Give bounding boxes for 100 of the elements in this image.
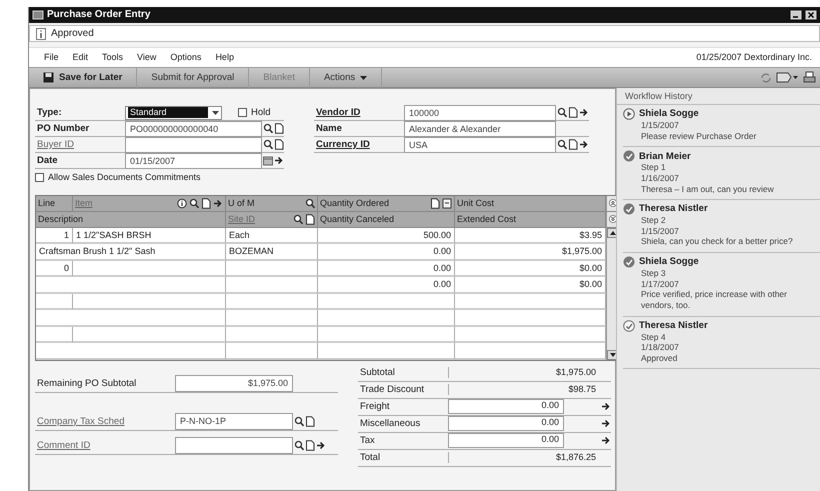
table-cell: $0.00	[455, 277, 606, 294]
field-label: Miscellaneous	[359, 418, 422, 430]
check-circle-icon	[623, 320, 635, 332]
lookup-icon[interactable]	[263, 123, 273, 134]
entry-date: 1/18/2007	[640, 342, 680, 353]
menu-item[interactable]: View	[130, 52, 164, 63]
field-label[interactable]: Comment ID	[35, 440, 175, 451]
approver-name: Shiela Sogge	[639, 256, 699, 268]
step-label: Step 4	[640, 332, 667, 342]
input-field[interactable]: Alexander & Alexander	[404, 120, 556, 136]
column-header: U of M	[228, 198, 255, 209]
lookup-icon[interactable]	[294, 416, 304, 427]
arrow-icon[interactable]	[579, 139, 589, 150]
table-cell: 0.00	[318, 277, 455, 294]
check-circle-icon	[623, 203, 635, 216]
input-field[interactable]: 01/15/2007	[125, 152, 262, 168]
field-label: Freight	[359, 401, 391, 412]
menu-item[interactable]: Edit	[66, 52, 96, 63]
table-cell	[36, 294, 73, 310]
document-icon[interactable]	[305, 214, 315, 225]
table-cell: $0.00	[455, 260, 606, 278]
caret-icon	[212, 110, 219, 114]
lookup-icon[interactable]	[305, 198, 315, 209]
field-label: Trade Discount	[359, 384, 426, 396]
input-field[interactable]: 0.00	[448, 433, 564, 448]
lookup-icon[interactable]	[189, 198, 199, 209]
refresh-icon[interactable]	[760, 72, 772, 84]
hold-checkbox[interactable]	[238, 108, 247, 117]
table-cell: 0.00	[318, 244, 455, 261]
lookup-icon[interactable]	[294, 440, 304, 451]
lookup-icon[interactable]	[263, 139, 273, 150]
step-label: Step 3	[640, 268, 667, 279]
company-date-info: 01/25/2007 Dextordinary Inc.	[696, 52, 812, 63]
menu-item[interactable]: Options	[163, 52, 208, 63]
document-icon[interactable]	[274, 123, 284, 134]
commitments-checkbox[interactable]	[35, 172, 44, 182]
table-cell: Each	[226, 228, 318, 244]
document-icon[interactable]	[274, 139, 284, 150]
input-field[interactable]: USA	[404, 136, 556, 152]
status-message: Approved	[51, 28, 94, 40]
field-label[interactable]: Company Tax Sched	[35, 416, 175, 427]
approver-name: Theresa Nistler	[639, 320, 708, 332]
document-icon[interactable]	[430, 198, 440, 209]
lookup-icon[interactable]	[293, 214, 303, 225]
close-icon[interactable]	[805, 10, 817, 20]
document-icon[interactable]	[305, 416, 315, 427]
arrow-icon[interactable]	[316, 440, 326, 451]
printer-icon[interactable]	[802, 71, 816, 84]
arrow-icon[interactable]	[213, 198, 223, 209]
field-label[interactable]: Buyer ID	[35, 138, 125, 150]
field-label[interactable]: Currency ID	[314, 138, 404, 150]
column-header: Extended Cost	[457, 214, 516, 225]
arrow-icon[interactable]	[601, 418, 611, 430]
lookup-icon[interactable]	[557, 107, 567, 118]
approver-name: Shiela Sogge	[639, 108, 699, 120]
info-icon[interactable]	[177, 198, 187, 209]
input-field[interactable]: PO000000000000040	[125, 120, 262, 136]
menu-item[interactable]: File	[37, 52, 66, 63]
menu-item[interactable]: Help	[208, 52, 241, 63]
field-label: Type:	[36, 106, 63, 118]
entry-comment: Please review Purchase Order	[640, 130, 758, 142]
field-label: Subtotal	[359, 367, 396, 378]
panel-title: Workflow History	[617, 88, 820, 105]
split-icon[interactable]	[442, 198, 452, 209]
document-icon[interactable]	[201, 198, 211, 209]
type-dropdown[interactable]: Standard	[125, 106, 222, 120]
lookup-icon[interactable]	[557, 139, 567, 150]
input-field[interactable]: 0.00	[448, 399, 564, 414]
input-field[interactable]	[175, 436, 293, 454]
column-header: Unit Cost	[457, 198, 494, 209]
entry-comment: Approved	[640, 352, 678, 364]
total-value: $1,876.25	[448, 452, 600, 464]
entry-comment: Shiela, can you check for a better price?	[640, 236, 794, 247]
window-title: Purchase Order Entry	[47, 9, 150, 21]
arrow-icon[interactable]	[601, 401, 611, 412]
total-value: $98.75	[448, 384, 600, 396]
menu-item[interactable]: Tools	[95, 52, 130, 63]
table-cell: 1	[36, 228, 73, 244]
note-dropdown-icon[interactable]	[776, 71, 798, 84]
field-label[interactable]: Vendor ID	[314, 106, 404, 118]
input-field[interactable]: 100000	[404, 104, 556, 120]
table-cell: Craftsman Brush 1 1/2" Sash	[36, 244, 226, 261]
document-icon[interactable]	[305, 440, 315, 451]
arrow-icon[interactable]	[274, 155, 284, 166]
document-icon[interactable]	[568, 107, 578, 118]
approver-name: Theresa Nistler	[639, 203, 708, 215]
calendar-icon[interactable]	[263, 155, 273, 166]
arrow-icon[interactable]	[601, 435, 611, 446]
table-cell	[36, 326, 73, 344]
table-cell: BOZEMAN	[226, 244, 318, 261]
field-label: Date	[36, 154, 59, 166]
arrow-icon[interactable]	[579, 107, 589, 118]
document-icon[interactable]	[568, 139, 578, 150]
input-field[interactable]	[125, 136, 262, 152]
input-field[interactable]: P-N-NO-1P	[175, 412, 293, 430]
input-field[interactable]: 0.00	[448, 416, 564, 432]
field-label: Total	[359, 452, 382, 464]
minimize-icon[interactable]	[790, 10, 802, 20]
input-field[interactable]: $1,975.00	[175, 374, 293, 392]
table-cell: 0	[36, 260, 73, 278]
